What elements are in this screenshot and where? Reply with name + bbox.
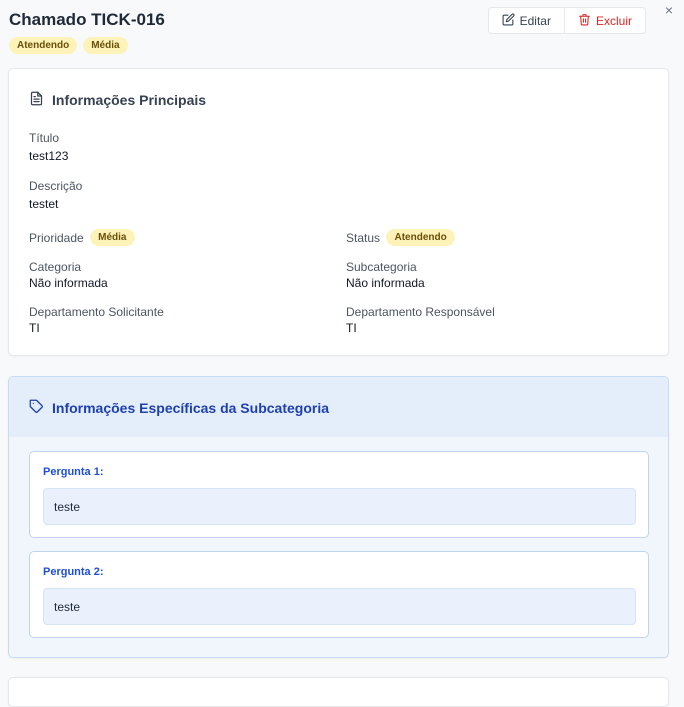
departamento-solicitante-field: Departamento Solicitante TI bbox=[29, 305, 164, 335]
edit-button-label: Editar bbox=[519, 13, 551, 28]
edit-button[interactable]: Editar bbox=[487, 7, 564, 34]
main-info-title: Informações Principais bbox=[29, 91, 206, 109]
titulo-field: Título test123 bbox=[29, 131, 68, 163]
dep-resp-value: TI bbox=[346, 321, 357, 335]
specific-info-card: Informações Específicas da Subcategoria … bbox=[8, 376, 669, 658]
delete-button-label: Excluir bbox=[595, 13, 632, 28]
titulo-value: test123 bbox=[29, 149, 69, 163]
header-actions: Editar Excluir bbox=[487, 7, 646, 34]
dep-sol-label: Departamento Solicitante bbox=[29, 305, 164, 319]
descricao-value: testet bbox=[29, 197, 59, 211]
status-badges: Atendendo Média bbox=[9, 37, 128, 54]
main-info-card: Informações Principais Título test123 De… bbox=[8, 68, 669, 356]
dep-sol-value: TI bbox=[29, 321, 40, 335]
question-card: Pergunta 1: teste bbox=[29, 451, 649, 538]
next-card bbox=[8, 677, 669, 707]
question-answer: teste bbox=[43, 488, 636, 525]
status-badge: Atendendo bbox=[9, 37, 78, 54]
descricao-field: Descrição testet bbox=[29, 179, 82, 211]
categoria-field: Categoria Não informada bbox=[29, 260, 108, 290]
specific-info-title: Informações Específicas da Subcategoria bbox=[29, 399, 329, 417]
departamento-responsavel-field: Departamento Responsável TI bbox=[346, 305, 495, 335]
descricao-label: Descrição bbox=[29, 179, 83, 193]
question-card: Pergunta 2: teste bbox=[29, 551, 649, 638]
question-answer: teste bbox=[43, 588, 636, 625]
tag-icon bbox=[29, 399, 44, 417]
subcategoria-value: Não informada bbox=[346, 276, 425, 290]
close-icon[interactable]: × bbox=[665, 2, 673, 18]
question-label: Pergunta 1: bbox=[43, 466, 104, 478]
dep-resp-label: Departamento Responsável bbox=[346, 305, 495, 319]
categoria-value: Não informada bbox=[29, 276, 108, 290]
delete-button[interactable]: Excluir bbox=[563, 7, 646, 34]
main-info-title-text: Informações Principais bbox=[52, 92, 207, 108]
question-label: Pergunta 2: bbox=[43, 566, 104, 578]
prioridade-field: Prioridade Média bbox=[29, 229, 135, 247]
document-icon bbox=[29, 91, 44, 109]
priority-badge: Média bbox=[83, 37, 128, 54]
prioridade-label: Prioridade bbox=[29, 231, 84, 245]
categoria-label: Categoria bbox=[29, 260, 82, 274]
titulo-label: Título bbox=[29, 131, 60, 145]
subcategoria-field: Subcategoria Não informada bbox=[346, 260, 425, 290]
status-field: Status Atendendo bbox=[346, 229, 455, 247]
specific-info-title-text: Informações Específicas da Subcategoria bbox=[52, 400, 329, 416]
trash-icon bbox=[578, 13, 591, 29]
status-label: Status bbox=[346, 231, 381, 245]
subcategoria-label: Subcategoria bbox=[346, 260, 417, 274]
status-value-badge: Atendendo bbox=[386, 229, 455, 247]
edit-icon bbox=[502, 12, 515, 29]
prioridade-badge: Média bbox=[90, 229, 135, 247]
